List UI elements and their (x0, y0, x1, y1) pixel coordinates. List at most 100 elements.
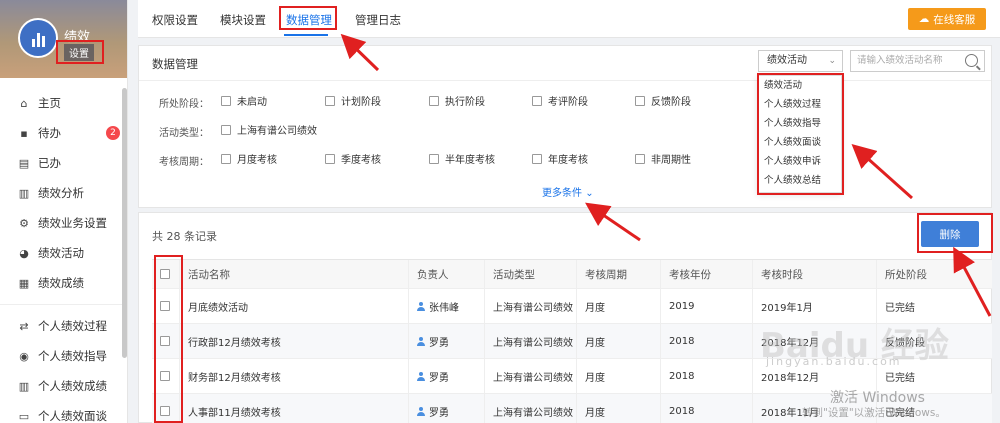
stage-option[interactable]: 未启动 (221, 93, 267, 108)
panel-title: 数据管理 (152, 57, 198, 71)
stage-option[interactable]: 执行阶段 (429, 93, 485, 108)
sidebar-item-personal-results[interactable]: ▥ 个人绩效成绩 (0, 371, 127, 401)
cycle-option[interactable]: 月度考核 (221, 151, 277, 166)
done-icon: ▤ (18, 156, 30, 170)
tab-permissions[interactable]: 权限设置 (152, 12, 198, 28)
chevron-down-icon: ⌄ (828, 56, 836, 66)
checkbox[interactable] (221, 95, 231, 106)
checkbox[interactable] (429, 153, 439, 164)
activity-type-select[interactable]: 绩效活动 ⌄ (758, 50, 843, 72)
windows-activation-title: 激活 Windows (830, 390, 925, 406)
cell-activity-name: 财务部12月绩效考核 (180, 359, 409, 393)
sidebar-header: 绩效 设置 (0, 0, 127, 78)
list-doc-icon: ▦ (18, 276, 30, 290)
sidebar-item-done[interactable]: ▤ 已办 (0, 148, 127, 178)
column-header: 考核年份 (661, 260, 753, 288)
bar-chart-icon: ▥ (18, 379, 30, 393)
checkbox[interactable] (429, 95, 439, 106)
sidebar-item-activities[interactable]: ◕ 绩效活动 (0, 238, 127, 268)
checkbox[interactable] (325, 95, 335, 106)
sidebar-item-business-settings[interactable]: ⚙ 绩效业务设置 (0, 208, 127, 238)
sidebar-item-label: 主页 (38, 96, 61, 110)
checkbox[interactable] (325, 153, 335, 164)
activity-search-input[interactable]: 请输入绩效活动名称 (850, 50, 985, 72)
cell-owner: 罗勇 (409, 324, 485, 358)
more-conditions-link[interactable]: 更多条件 ⌄ (542, 184, 594, 199)
sidebar-item-analysis[interactable]: ▥ 绩效分析 (0, 178, 127, 208)
cycle-option[interactable]: 非周期性 (635, 151, 691, 166)
cell-year: 2018 (661, 359, 753, 393)
cell-owner: 罗勇 (409, 394, 485, 423)
online-service-button[interactable]: ☁ 在线客服 (908, 8, 986, 30)
cycle-option[interactable]: 季度考核 (325, 151, 381, 166)
person-icon (417, 336, 425, 346)
windows-activation-hint: 转到"设置"以激活 Windows。 (802, 407, 946, 419)
todo-icon: ▪ (20, 126, 28, 140)
checkbox[interactable] (635, 95, 645, 106)
person-icon (417, 371, 425, 381)
sidebar-item-label: 个人绩效过程 (38, 319, 107, 333)
sidebar-item-personal-guidance[interactable]: ◉ 个人绩效指导 (0, 341, 127, 371)
cycle-filter-label: 考核周期： (159, 157, 209, 168)
bar-chart-icon: ▥ (18, 186, 30, 200)
sidebar-item-label: 待办 (38, 126, 61, 140)
sidebar-item-label: 绩效活动 (38, 246, 84, 260)
checkbox[interactable] (532, 95, 542, 106)
column-header: 考核时段 (753, 260, 877, 288)
cell-cycle: 月度 (577, 359, 661, 393)
sidebar: 绩效 设置 ⌂ 主页 ▪ 待办 2 ▤ 已办 ▥ 绩效分析 ⚙ 绩效业务设置 ◕… (0, 0, 128, 423)
column-header: 负责人 (409, 260, 485, 288)
sidebar-menu: ⌂ 主页 ▪ 待办 2 ▤ 已办 ▥ 绩效分析 ⚙ 绩效业务设置 ◕ 绩效活动 … (0, 78, 127, 423)
stage-option[interactable]: 考评阶段 (532, 93, 588, 108)
sidebar-scrollbar[interactable] (122, 88, 127, 358)
compass-icon: ◉ (19, 349, 29, 363)
top-nav: 权限设置 模块设置 数据管理 管理日志 ☁ 在线客服 (138, 0, 1000, 38)
type-filter-label: 活动类型： (159, 128, 209, 139)
sidebar-item-label: 绩效业务设置 (38, 216, 107, 230)
tab-modules[interactable]: 模块设置 (220, 12, 266, 28)
dropdown-highlight-box (757, 73, 844, 195)
panel-divider (139, 80, 991, 81)
jingyan-watermark: jingyan.baidu.com (766, 355, 902, 368)
cycle-option[interactable]: 年度考核 (532, 151, 588, 166)
tab-logs[interactable]: 管理日志 (355, 12, 401, 28)
home-icon: ⌂ (20, 96, 28, 110)
stage-option[interactable]: 反馈阶段 (635, 93, 691, 108)
cell-cycle: 月度 (577, 324, 661, 358)
checkbox[interactable] (532, 153, 542, 164)
data-management-panel: 数据管理 绩效活动 ⌄ 请输入绩效活动名称 所处阶段： 未启动 计划阶段 执行阶… (138, 45, 992, 208)
cell-activity-name: 月底绩效活动 (180, 289, 409, 323)
cell-activity-type: 上海有谱公司绩效 (485, 394, 577, 423)
checkbox-column-highlight-box (154, 255, 183, 423)
cell-activity-type: 上海有谱公司绩效 (485, 324, 577, 358)
search-icon[interactable] (965, 54, 978, 67)
cycle-option[interactable]: 半年度考核 (429, 151, 495, 166)
sidebar-item-label: 已办 (38, 156, 61, 170)
checkbox[interactable] (221, 124, 231, 135)
chevron-down-icon: ⌄ (585, 188, 594, 199)
sidebar-item-personal-interview[interactable]: ▭ 个人绩效面谈 (0, 401, 127, 423)
cell-owner: 罗勇 (409, 359, 485, 393)
person-icon (417, 406, 425, 416)
todo-count-badge: 2 (106, 126, 120, 140)
active-tab-indicator (284, 34, 328, 36)
column-header: 活动名称 (180, 260, 409, 288)
person-icon (417, 301, 425, 311)
record-count: 共 28 条记录 (152, 230, 217, 243)
sidebar-item-label: 绩效分析 (38, 186, 84, 200)
sidebar-item-results[interactable]: ▦ 绩效成绩 (0, 268, 127, 298)
sidebar-item-personal-process[interactable]: ⇄ 个人绩效过程 (0, 311, 127, 341)
sidebar-item-label: 个人绩效指导 (38, 349, 107, 363)
checkbox[interactable] (635, 153, 645, 164)
cell-activity-name: 人事部11月绩效考核 (180, 394, 409, 423)
settings-highlight-box (56, 40, 104, 64)
type-option[interactable]: 上海有谱公司绩效 (221, 122, 317, 137)
stage-option[interactable]: 计划阶段 (325, 93, 381, 108)
chat-icon: ▭ (18, 409, 30, 423)
sidebar-item-home[interactable]: ⌂ 主页 (0, 88, 127, 118)
sidebar-item-todo[interactable]: ▪ 待办 2 (0, 118, 127, 148)
settings-gear-icon: ⚙ (19, 216, 29, 230)
checkbox[interactable] (221, 153, 231, 164)
sidebar-divider (0, 304, 127, 305)
stage-filter-label: 所处阶段： (159, 99, 209, 110)
